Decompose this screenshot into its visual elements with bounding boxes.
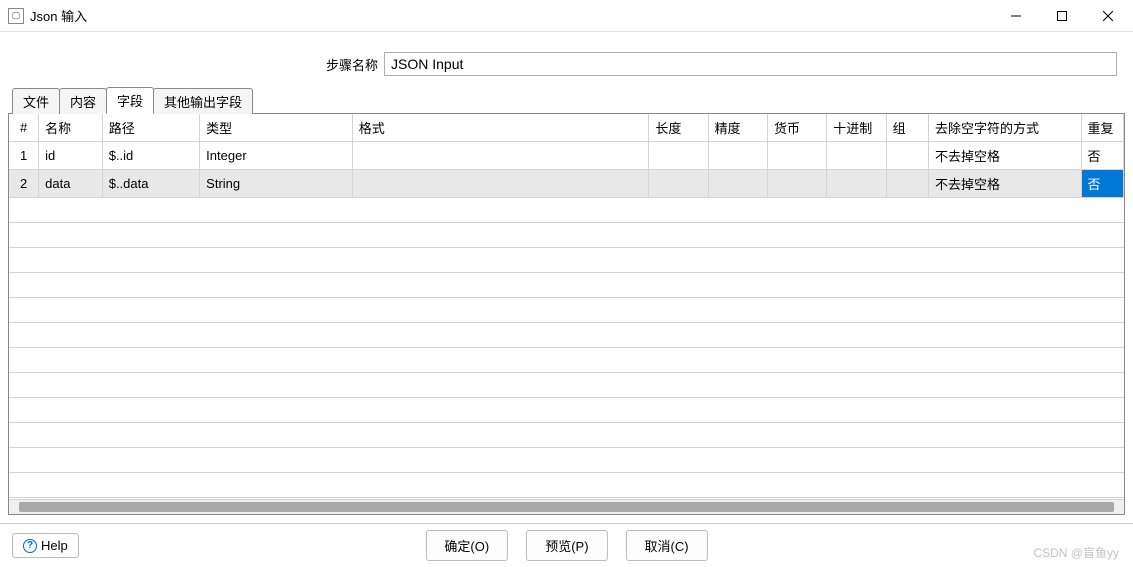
header-type[interactable]: 类型 <box>200 114 353 142</box>
cell-decimal[interactable] <box>827 170 886 198</box>
header-format[interactable]: 格式 <box>352 114 649 142</box>
ok-button[interactable]: 确定(O) <box>425 530 508 561</box>
close-icon <box>1103 11 1113 21</box>
horizontal-scrollbar-thumb[interactable] <box>19 502 1114 512</box>
cell-precision[interactable] <box>708 170 767 198</box>
header-currency[interactable]: 货币 <box>767 114 826 142</box>
window-controls <box>993 1 1131 31</box>
cell-format[interactable] <box>352 170 649 198</box>
table-row[interactable]: 1 id $..id Integer 不去掉空格 否 <box>9 142 1124 170</box>
maximize-icon <box>1057 11 1067 21</box>
cell-num[interactable]: 1 <box>9 142 39 170</box>
app-icon: ▢ <box>8 8 24 24</box>
tab-content[interactable]: 内容 <box>59 88 107 114</box>
center-buttons: 确定(O) 预览(P) 取消(C) <box>425 530 707 561</box>
header-path[interactable]: 路径 <box>102 114 199 142</box>
horizontal-scrollbar[interactable] <box>9 499 1124 514</box>
minimize-button[interactable] <box>993 1 1039 31</box>
step-name-row: 步骤名称 <box>8 36 1125 90</box>
tab-other-output[interactable]: 其他输出字段 <box>153 88 253 114</box>
close-button[interactable] <box>1085 1 1131 31</box>
header-precision[interactable]: 精度 <box>708 114 767 142</box>
cell-currency[interactable] <box>767 142 826 170</box>
dialog-content: 步骤名称 文件 内容 字段 其他输出字段 # 名称 路径 类型 格式 长度 精度… <box>0 32 1133 523</box>
tab-strip: 文件 内容 字段 其他输出字段 <box>8 90 1125 114</box>
cell-precision[interactable] <box>708 142 767 170</box>
cell-type[interactable]: Integer <box>200 142 353 170</box>
cell-group[interactable] <box>886 142 928 170</box>
cell-group[interactable] <box>886 170 928 198</box>
preview-button[interactable]: 预览(P) <box>526 530 607 561</box>
help-button[interactable]: ? Help <box>12 533 79 558</box>
cell-repeat[interactable]: 否 <box>1081 170 1123 198</box>
cell-currency[interactable] <box>767 170 826 198</box>
table-header-row: # 名称 路径 类型 格式 长度 精度 货币 十进制 组 去除空字符的方式 重复 <box>9 114 1124 142</box>
header-length[interactable]: 长度 <box>649 114 708 142</box>
header-num[interactable]: # <box>9 114 39 142</box>
cell-num[interactable]: 2 <box>9 170 39 198</box>
header-decimal[interactable]: 十进制 <box>827 114 886 142</box>
header-name[interactable]: 名称 <box>39 114 103 142</box>
title-bar: ▢ Json 输入 <box>0 0 1133 32</box>
fields-table[interactable]: # 名称 路径 类型 格式 长度 精度 货币 十进制 组 去除空字符的方式 重复… <box>9 114 1124 198</box>
help-label: Help <box>41 538 68 553</box>
maximize-button[interactable] <box>1039 1 1085 31</box>
tab-fields[interactable]: 字段 <box>106 87 154 114</box>
step-name-label: 步骤名称 <box>16 55 378 74</box>
cell-repeat[interactable]: 否 <box>1081 142 1123 170</box>
cell-name[interactable]: data <box>39 170 103 198</box>
cancel-button[interactable]: 取消(C) <box>626 530 708 561</box>
minimize-icon <box>1011 11 1021 21</box>
header-trim[interactable]: 去除空字符的方式 <box>928 114 1081 142</box>
cell-name[interactable]: id <box>39 142 103 170</box>
cell-length[interactable] <box>649 142 708 170</box>
window-title: Json 输入 <box>30 6 87 25</box>
fields-table-wrapper: # 名称 路径 类型 格式 长度 精度 货币 十进制 组 去除空字符的方式 重复… <box>8 114 1125 515</box>
header-repeat[interactable]: 重复 <box>1081 114 1123 142</box>
step-name-input[interactable] <box>384 52 1117 76</box>
tab-file[interactable]: 文件 <box>12 88 60 114</box>
bottom-bar: ? Help 确定(O) 预览(P) 取消(C) CSDN @盲鱼yy <box>0 523 1133 567</box>
cell-format[interactable] <box>352 142 649 170</box>
cell-path[interactable]: $..data <box>102 170 199 198</box>
cell-type[interactable]: String <box>200 170 353 198</box>
cell-decimal[interactable] <box>827 142 886 170</box>
table-row[interactable]: 2 data $..data String 不去掉空格 否 <box>9 170 1124 198</box>
cell-trim[interactable]: 不去掉空格 <box>928 142 1081 170</box>
cell-path[interactable]: $..id <box>102 142 199 170</box>
title-left: ▢ Json 输入 <box>8 6 87 25</box>
help-icon: ? <box>23 539 37 553</box>
table-empty-area[interactable] <box>9 198 1124 499</box>
cell-length[interactable] <box>649 170 708 198</box>
watermark: CSDN @盲鱼yy <box>1033 544 1119 561</box>
header-group[interactable]: 组 <box>886 114 928 142</box>
cell-trim[interactable]: 不去掉空格 <box>928 170 1081 198</box>
